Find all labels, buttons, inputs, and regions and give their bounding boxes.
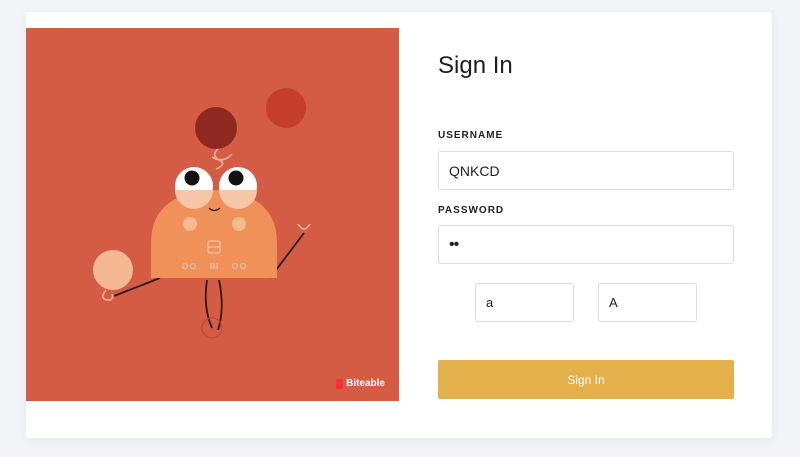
captcha-lowercase-input[interactable]	[475, 283, 574, 322]
ball-top-right	[266, 88, 306, 128]
page-title: Sign In	[438, 52, 513, 79]
captcha-uppercase-input[interactable]	[598, 283, 697, 322]
sign-in-form: Sign In USERNAME PASSWORD •• Sign In	[438, 12, 734, 438]
biteable-icon	[336, 378, 344, 389]
brand-logo: Biteable	[336, 378, 385, 389]
hero-illustration: Biteable	[26, 28, 399, 401]
character-art	[93, 88, 311, 339]
brand-name: Biteable	[346, 378, 385, 389]
left-cheek	[183, 217, 197, 231]
login-card: Biteable Sign In USERNAME PASSWORD •• Si…	[26, 12, 772, 438]
sign-in-button[interactable]: Sign In	[438, 360, 734, 399]
password-label: PASSWORD	[438, 205, 505, 216]
right-cheek	[232, 217, 246, 231]
username-input[interactable]	[438, 151, 734, 190]
left-leg	[204, 279, 213, 329]
ball-left	[93, 250, 133, 290]
ball-dark	[195, 107, 237, 149]
password-input[interactable]: ••	[438, 225, 734, 264]
username-label: USERNAME	[438, 130, 504, 141]
